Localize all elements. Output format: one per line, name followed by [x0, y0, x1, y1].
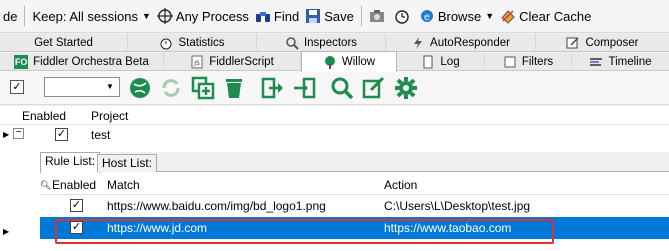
clock-icon: [395, 10, 409, 24]
column-rule-enabled[interactable]: Enabled: [52, 178, 96, 192]
screenshot-button[interactable]: [366, 5, 391, 27]
chevron-down-icon: ▼: [141, 11, 151, 21]
row-pointer-icon: ▶: [3, 130, 10, 139]
any-process-button[interactable]: Any Process: [154, 5, 252, 27]
tab-label: Timeline: [608, 56, 652, 68]
save-label: Save: [324, 8, 354, 24]
checkbox-icon: [504, 56, 516, 68]
tab-autoresponder[interactable]: AutoResponder: [386, 34, 536, 52]
save-button[interactable]: Save: [302, 5, 357, 27]
clear-cache-label: Clear Cache: [519, 8, 592, 24]
tab-row-1: Get Started Statistics Inspectors AutoRe…: [0, 34, 669, 52]
tab-fiddlerscript[interactable]: JS FiddlerScript: [164, 53, 301, 71]
ie-icon: e: [420, 10, 433, 23]
js-file-icon: JS: [191, 55, 203, 69]
lightning-icon: [414, 37, 423, 49]
stopwatch-icon: [160, 38, 172, 50]
toolbar-separator: [24, 6, 26, 26]
main-toolbar: de Keep: All sessions ▼ Any Process Find …: [0, 0, 669, 33]
find-button[interactable]: Find: [252, 5, 302, 27]
magnifier-icon: [286, 37, 299, 50]
tab-label: Get Started: [34, 37, 93, 49]
project-enabled-checkbox[interactable]: ✓: [55, 128, 68, 141]
globe-icon[interactable]: [128, 76, 152, 100]
tab-label: Inspectors: [303, 37, 358, 49]
tab-label: AutoResponder: [430, 37, 510, 49]
tab-get-started[interactable]: Get Started: [0, 34, 128, 52]
toolbar-separator: [360, 6, 362, 26]
column-enabled[interactable]: Enabled: [22, 109, 66, 123]
tab-log[interactable]: Log: [397, 53, 485, 71]
tab-composer[interactable]: Composer: [536, 34, 669, 52]
project-select[interactable]: ▼: [44, 77, 120, 97]
svg-text:e: e: [424, 12, 430, 23]
tab-inspectors[interactable]: Inspectors: [257, 34, 386, 52]
timer-button[interactable]: [391, 5, 416, 27]
chevron-down-icon: ▼: [485, 11, 495, 21]
trash-icon[interactable]: [222, 76, 246, 100]
inner-tab-bar: Rule List: Host List:: [40, 152, 669, 173]
rule-match: https://www.baidu.com/img/bd_logo1.png: [107, 199, 326, 213]
project-name: test: [91, 128, 111, 142]
column-action[interactable]: Action: [384, 178, 417, 192]
tab-fiddler-orchestra[interactable]: FO Fiddler Orchestra Beta: [0, 53, 164, 71]
find-label: Find: [273, 8, 300, 24]
tab-willow[interactable]: Willow: [301, 51, 397, 72]
camera-icon: [369, 10, 384, 22]
save-icon: [306, 9, 321, 23]
tab-label: Willow: [341, 56, 376, 68]
tab-rule-list[interactable]: Rule List:: [40, 152, 101, 173]
browse-button[interactable]: e Browse ▼: [416, 5, 497, 27]
crosshair-icon: [156, 8, 173, 24]
rule-action: C:\Users\L\Desktop\test.jpg: [384, 199, 531, 213]
tab-host-list[interactable]: Host List:: [97, 154, 158, 172]
rule-enabled-checkbox[interactable]: ✓: [70, 199, 83, 212]
tree-icon: [324, 56, 335, 69]
eraser-icon: [501, 10, 515, 24]
collapse-icon[interactable]: −: [13, 128, 24, 139]
column-project[interactable]: Project: [91, 109, 128, 123]
tab-label: Statistics: [178, 37, 225, 49]
browse-label: Browse: [437, 8, 482, 24]
svg-text:JS: JS: [193, 60, 200, 67]
pencil-edit-icon: [566, 37, 579, 49]
refresh-icon[interactable]: [159, 76, 183, 100]
toolbar-partial-label: de: [3, 8, 18, 24]
project-grid-header: Enabled Project: [0, 106, 669, 125]
willow-toolbar: ✓ ▼: [0, 71, 669, 105]
keep-sessions-dropdown[interactable]: Keep: All sessions ▼: [29, 5, 153, 27]
search-icon: 🔍︎: [40, 180, 52, 190]
fo-badge-icon: FO: [14, 55, 29, 69]
tab-timeline[interactable]: Timeline: [572, 53, 669, 71]
import-icon[interactable]: [292, 76, 316, 100]
keep-sessions-label: Keep: All sessions: [32, 8, 138, 24]
tab-statistics[interactable]: Statistics: [128, 34, 257, 52]
search-icon[interactable]: [330, 76, 354, 100]
edit-icon[interactable]: [362, 76, 386, 100]
chevron-down-icon: ▼: [106, 82, 114, 91]
timeline-icon: [590, 58, 603, 66]
document-icon: [423, 55, 433, 69]
tab-label: FiddlerScript: [209, 56, 274, 68]
highlight-box: [55, 219, 554, 244]
tab-label: Log: [440, 56, 460, 68]
gear-icon[interactable]: [394, 76, 418, 100]
binoculars-icon: [255, 12, 270, 22]
clear-cache-button[interactable]: Clear Cache: [497, 5, 594, 27]
rule-row[interactable]: ✓ https://www.baidu.com/img/bd_logo1.png…: [40, 195, 669, 217]
rule-grid-header: 🔍︎ Enabled Match Action: [40, 173, 669, 195]
export-icon[interactable]: [261, 76, 285, 100]
willow-enable-checkbox[interactable]: ✓: [10, 80, 24, 94]
add-copy-icon[interactable]: [191, 76, 215, 100]
any-process-label: Any Process: [175, 8, 249, 24]
tab-label: Fiddler Orchestra Beta: [33, 56, 149, 68]
tab-filters[interactable]: Filters: [485, 53, 572, 71]
project-row[interactable]: ▶ − ✓ test: [0, 125, 669, 144]
tab-row-2: FO Fiddler Orchestra Beta JS FiddlerScri…: [0, 51, 669, 72]
row-pointer-icon: ▶: [3, 227, 10, 236]
tab-label: Filters: [521, 56, 554, 68]
column-match[interactable]: Match: [107, 178, 140, 192]
tab-label: Composer: [585, 37, 639, 49]
